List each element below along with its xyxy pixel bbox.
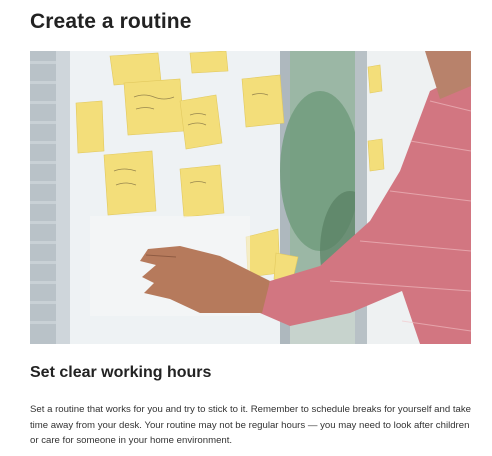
page-title: Create a routine xyxy=(30,10,192,33)
hero-image xyxy=(30,51,471,344)
section-body-text: Set a routine that works for you and try… xyxy=(30,404,471,446)
article-page: Create a routine Set clear working hours… xyxy=(0,0,492,456)
section-heading: Set clear working hours xyxy=(30,364,212,381)
hero-photo xyxy=(30,51,471,344)
